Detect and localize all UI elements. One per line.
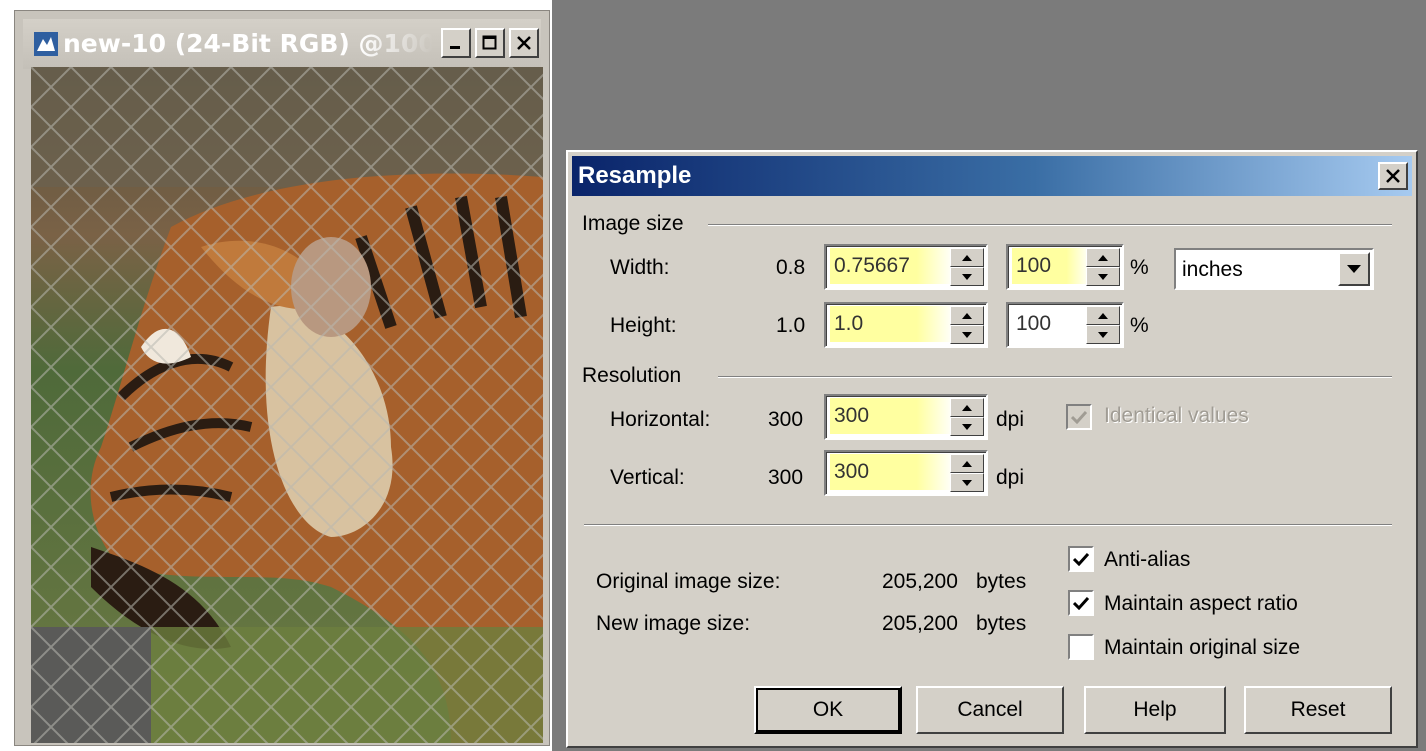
anti-alias-checkbox[interactable]: [1068, 546, 1094, 572]
checkmark-icon: [1073, 552, 1089, 566]
maximize-icon: [482, 35, 497, 50]
close-icon: [1386, 169, 1400, 183]
vertical-label: Vertical:: [610, 466, 685, 489]
spin-down-icon[interactable]: [1086, 267, 1120, 286]
height-original-value: 1.0: [776, 314, 806, 337]
width-input[interactable]: [830, 248, 954, 284]
horizontal-input[interactable]: [830, 398, 954, 434]
width-original-value: 0.8: [776, 256, 806, 279]
chevron-down-icon: [1347, 265, 1361, 273]
dropdown-button[interactable]: [1338, 252, 1370, 286]
height-input[interactable]: [830, 306, 954, 342]
spin-up-icon[interactable]: [950, 306, 984, 325]
dialog-title: Resample: [578, 162, 692, 189]
tiger-photo-artwork: [31, 67, 543, 743]
spin-up-icon[interactable]: [1086, 306, 1120, 325]
image-window-title: new-10 (24-Bit RGB) @100...: [63, 29, 433, 58]
checkmark-icon: [1071, 410, 1087, 424]
spin-up-icon[interactable]: [950, 454, 984, 473]
original-size-unit: bytes: [976, 570, 1027, 593]
horizontal-spinner[interactable]: [950, 398, 984, 436]
spin-down-icon[interactable]: [1086, 325, 1120, 344]
group-divider: [718, 376, 1392, 378]
horizontal-label: Horizontal:: [610, 408, 711, 431]
original-size-value: 205,200: [882, 570, 958, 593]
units-dropdown[interactable]: inches: [1174, 248, 1374, 290]
maintain-original-size-label: Maintain original size: [1104, 636, 1301, 659]
spin-down-icon[interactable]: [950, 267, 984, 286]
image-window[interactable]: new-10 (24-Bit RGB) @100...: [14, 10, 550, 746]
horizontal-original-value: 300: [768, 408, 804, 431]
close-button[interactable]: [509, 28, 539, 58]
spin-down-icon[interactable]: [950, 473, 984, 492]
height-percent-symbol: %: [1130, 314, 1149, 337]
minimize-button[interactable]: [441, 28, 471, 58]
image-size-group-label: Image size: [582, 212, 684, 235]
checkmark-icon: [1073, 596, 1089, 610]
width-percent-spinner[interactable]: [1086, 248, 1120, 286]
identical-values-label: Identical values: [1104, 404, 1249, 427]
height-percent-input[interactable]: [1012, 306, 1090, 342]
anti-alias-label: Anti-alias: [1104, 548, 1191, 571]
height-percent-field: [1006, 302, 1124, 348]
height-percent-spinner[interactable]: [1086, 306, 1120, 344]
dialog-close-button[interactable]: [1378, 162, 1408, 190]
units-selected: inches: [1182, 258, 1243, 281]
height-spinner[interactable]: [950, 306, 984, 344]
spin-down-icon[interactable]: [950, 325, 984, 344]
width-percent-input[interactable]: [1012, 248, 1090, 284]
new-size-value: 205,200: [882, 612, 958, 635]
maximize-button[interactable]: [475, 28, 505, 58]
group-divider: [708, 224, 1392, 226]
help-button[interactable]: Help: [1084, 686, 1226, 734]
tiger-photo: [31, 67, 543, 743]
vertical-unit: dpi: [996, 466, 1025, 489]
resample-dialog: Resample Image size Width: 0.8 % inches …: [566, 150, 1418, 748]
cancel-button[interactable]: Cancel: [916, 686, 1064, 734]
horizontal-unit: dpi: [996, 408, 1025, 431]
horizontal-field: [824, 394, 988, 440]
ok-button[interactable]: OK: [754, 686, 902, 734]
spin-up-icon[interactable]: [950, 398, 984, 417]
app-icon: [34, 32, 58, 56]
new-size-unit: bytes: [976, 612, 1027, 635]
vertical-input[interactable]: [830, 454, 954, 490]
resolution-group-label: Resolution: [582, 364, 682, 387]
image-window-titlebar[interactable]: new-10 (24-Bit RGB) @100...: [23, 19, 541, 69]
width-percent-field: [1006, 244, 1124, 290]
width-percent-symbol: %: [1130, 256, 1149, 279]
original-size-label: Original image size:: [596, 570, 781, 593]
section-divider: [584, 524, 1392, 526]
width-label: Width:: [610, 256, 670, 279]
maintain-aspect-ratio-checkbox[interactable]: [1068, 590, 1094, 616]
spin-up-icon[interactable]: [1086, 248, 1120, 267]
vertical-original-value: 300: [768, 466, 804, 489]
maintain-original-size-checkbox[interactable]: [1068, 634, 1094, 660]
vertical-spinner[interactable]: [950, 454, 984, 492]
vertical-field: [824, 450, 988, 496]
spin-up-icon[interactable]: [950, 248, 984, 267]
reset-button[interactable]: Reset: [1244, 686, 1392, 734]
height-field: [824, 302, 988, 348]
close-icon: [517, 36, 531, 50]
dialog-titlebar[interactable]: Resample: [572, 156, 1412, 196]
width-spinner[interactable]: [950, 248, 984, 286]
new-size-label: New image size:: [596, 612, 751, 635]
maintain-aspect-ratio-label: Maintain aspect ratio: [1104, 592, 1298, 615]
identical-values-checkbox[interactable]: [1066, 404, 1092, 430]
minimize-icon: [450, 46, 460, 49]
height-label: Height:: [610, 314, 677, 337]
width-field: [824, 244, 988, 290]
spin-down-icon[interactable]: [950, 417, 984, 436]
